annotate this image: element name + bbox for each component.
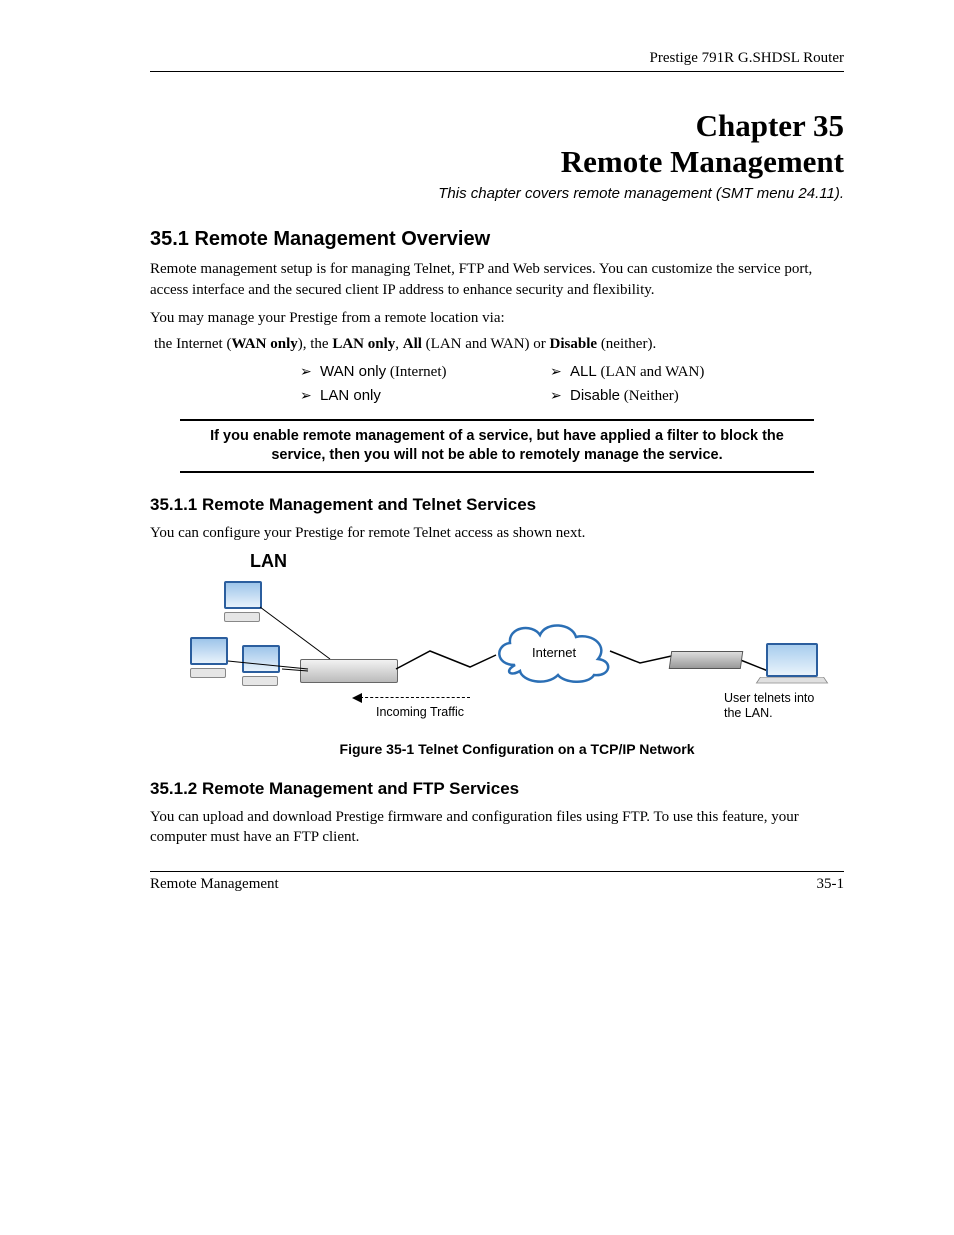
modem-icon (669, 651, 744, 669)
opt-wan-only: WAN only (231, 336, 297, 352)
option-line: the Internet (WAN only), the LAN only, A… (154, 336, 844, 353)
bullet-label: ALL (570, 363, 597, 380)
user-telnets-label-2: the LAN. (724, 706, 773, 720)
bullet-paren: (Internet) (386, 364, 446, 380)
incoming-traffic-label: Incoming Traffic (376, 705, 464, 719)
footer-left: Remote Management (150, 876, 279, 893)
footer-right: 35-1 (817, 876, 845, 893)
arrow-icon: ➢ (550, 363, 570, 380)
bullet-label: Disable (570, 387, 620, 404)
section-35-1-para1: Remote management setup is for managing … (150, 259, 844, 300)
incoming-traffic-arrow-icon (360, 697, 470, 698)
bullet-lan-only: ➢ LAN only (300, 387, 510, 405)
cloud-label: Internet (532, 645, 576, 660)
bullet-grid: ➢ WAN only (Internet) ➢ ALL (LAN and WAN… (300, 363, 844, 405)
bullet-all: ➢ ALL (LAN and WAN) (550, 363, 760, 381)
section-35-1-1-heading: 35.1.1 Remote Management and Telnet Serv… (150, 495, 844, 515)
arrow-icon: ➢ (300, 387, 320, 404)
opt-post: (neither). (597, 336, 656, 352)
figure-35-1-caption: Figure 35-1 Telnet Configuration on a TC… (190, 741, 844, 757)
section-35-1-para2: You may manage your Prestige from a remo… (150, 308, 844, 328)
section-35-1-2-para: You can upload and download Prestige fir… (150, 807, 844, 848)
bullet-label: WAN only (320, 363, 386, 380)
opt-pre: the Internet ( (154, 336, 231, 352)
internet-cloud-icon: Internet (490, 615, 620, 685)
section-35-1-2-heading: 35.1.2 Remote Management and FTP Service… (150, 779, 844, 799)
chapter-heading: Chapter 35 Remote Management (150, 108, 844, 179)
bullet-label: LAN only (320, 387, 381, 404)
bullet-paren: (LAN and WAN) (597, 364, 705, 380)
network-diagram: LAN Internet (190, 551, 830, 731)
opt-all: All (403, 336, 422, 352)
chapter-label: Chapter 35 (150, 108, 844, 144)
section-35-1-heading: 35.1 Remote Management Overview (150, 228, 844, 251)
section-35-1-1-para: You can configure your Prestige for remo… (150, 523, 844, 543)
opt-mid1: ), the (298, 336, 333, 352)
opt-mid3: (LAN and WAN) or (422, 336, 550, 352)
opt-mid2: , (395, 336, 403, 352)
arrow-icon: ➢ (550, 387, 570, 404)
bullet-wan-only: ➢ WAN only (Internet) (300, 363, 510, 381)
figure-35-1: LAN Internet (190, 551, 844, 757)
callout-box: If you enable remote management of a ser… (180, 419, 814, 473)
bullet-disable: ➢ Disable (Neither) (550, 387, 760, 405)
opt-disable: Disable (550, 336, 598, 352)
chapter-subtitle: This chapter covers remote management (S… (150, 185, 844, 202)
arrow-icon: ➢ (300, 363, 320, 380)
page-footer: Remote Management 35-1 (150, 871, 844, 893)
user-telnets-label-1: User telnets into (724, 691, 814, 705)
page: Prestige 791R G.SHDSL Router Chapter 35 … (0, 0, 954, 1235)
opt-lan-only: LAN only (332, 336, 395, 352)
running-header: Prestige 791R G.SHDSL Router (150, 50, 844, 72)
laptop-icon (758, 643, 828, 687)
chapter-title: Remote Management (150, 144, 844, 180)
bullet-paren: (Neither) (620, 388, 679, 404)
